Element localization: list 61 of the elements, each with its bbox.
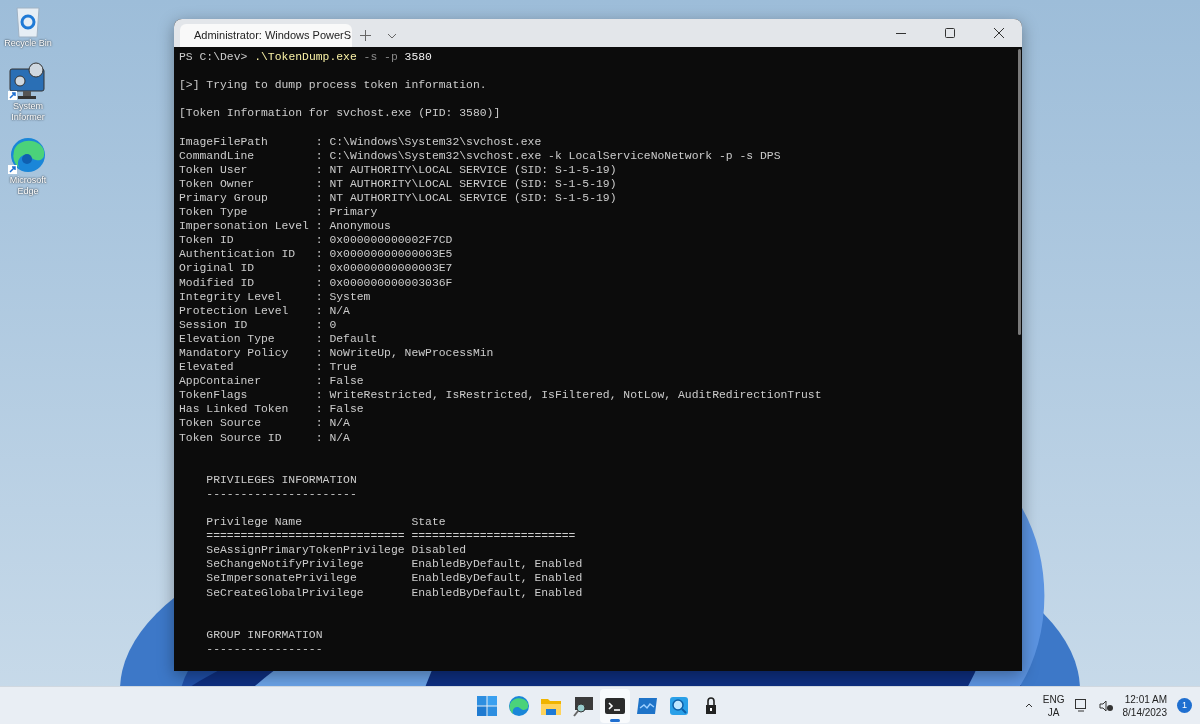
taskbar-app[interactable] <box>600 689 630 723</box>
new-tab-icon[interactable] <box>360 30 371 41</box>
terminal-line: PRIVILEGES INFORMATION <box>205 472 357 487</box>
terminal-line: Token Source ID : N/A <box>179 430 350 445</box>
terminal-line: SeImpersonatePrivilege EnabledByDefault, Enabled <box>205 571 583 586</box>
terminal-line: Modified ID : 0x000000000003036F <box>179 275 453 290</box>
terminal-line: AppContainer : False <box>179 374 364 389</box>
terminal-line: Elevation Type : Default <box>179 331 378 346</box>
chart-window-icon <box>636 695 658 717</box>
terminal-line: CommandLine : C:\Windows\System32\svchost.exe -k LocalServiceNoNetwork -p -s DPS <box>179 148 781 163</box>
speaker-muted-icon[interactable] <box>1098 699 1113 712</box>
monitor-gears-icon <box>8 61 48 101</box>
terminal-line: Impersonation Level : Anonymous <box>179 219 391 234</box>
terminal-line: Token User : NT AUTHORITY\LOCAL SERVICE (SID: S-1-5-19) <box>179 162 617 177</box>
terminal-line: Token ID : 0x000000000002F7CD <box>179 233 453 248</box>
maximize-icon[interactable] <box>945 28 955 38</box>
terminal-line: Protection Level : N/A <box>179 303 350 318</box>
terminal-line: SeChangeNotifyPrivilege EnabledByDefault, Enabled <box>205 557 583 572</box>
scrollbar[interactable] <box>1018 49 1021 335</box>
active-indicator <box>610 719 620 722</box>
tab-title: Administrator: Windows PowerS <box>194 28 352 44</box>
terminal-line: [>] Trying to dump process token information. <box>179 78 487 93</box>
terminal-line: SeCreateGlobalPrivilege EnabledByDefault, Enabled <box>205 585 583 600</box>
terminal-line: Mandatory Policy : NoWriteUp, NewProcessMin <box>179 345 494 361</box>
edge-icon <box>508 695 530 717</box>
dropdown-icon[interactable] <box>387 32 397 39</box>
terminal-line: GROUP INFORMATION <box>205 627 323 642</box>
clock-time[interactable]: 12:01 AM <box>1124 692 1167 706</box>
command-line: PS C:\Dev> .\TokenDump.exe -s -p 3580 <box>179 50 432 65</box>
terminal-line: ============================= ======================== <box>205 529 576 544</box>
terminal-line: Original ID : 0x00000000000003E7 <box>179 261 453 276</box>
terminal-line: Token Owner : NT AUTHORITY\LOCAL SERVICE (SID: S-1-5-19) <box>179 176 617 191</box>
terminal-line: TokenFlags : WriteRestricted, IsRestricted, IsFiltered, NotLow, AuditRedirectionTrust <box>179 388 822 403</box>
terminal-line: Authentication ID : 0x00000000000003E5 <box>179 247 453 262</box>
language-indicator[interactable]: ENG <box>1042 692 1065 706</box>
terminal-tab[interactable]: Administrator: Windows PowerS <box>180 24 352 47</box>
minimize-icon[interactable] <box>896 32 906 34</box>
terminal-line: SeAssignPrimaryTokenPrivilege Disabled <box>205 543 467 558</box>
magnifier-icon <box>668 695 690 717</box>
terminal-line: [Token Information for svchost.exe (PID: 3580)] <box>179 106 501 121</box>
monitor-magnifier-icon <box>572 695 594 717</box>
terminal-line: Privilege Name State <box>205 515 446 530</box>
notification-badge[interactable]: 1 <box>1177 698 1192 713</box>
terminal-line: Has Linked Token : False <box>179 402 364 417</box>
clock-date[interactable]: 8/14/2023 <box>1122 705 1167 719</box>
terminal-line: Token Source : N/A <box>179 416 350 431</box>
close-icon[interactable] <box>994 28 1004 38</box>
terminal-icon <box>604 695 626 717</box>
terminal-line: ----------------- <box>205 641 323 657</box>
terminal-line: Integrity Level : System <box>179 289 371 304</box>
input-mode[interactable]: JA <box>1047 705 1060 719</box>
terminal-line: Session ID : 0 <box>179 317 337 332</box>
chevron-up-icon[interactable] <box>1024 703 1033 708</box>
edge-icon <box>8 135 48 175</box>
terminal-line: ---------------------- <box>205 486 357 501</box>
terminal-line: Elevated : True <box>179 360 357 375</box>
terminal-line: Token Type : Primary <box>179 205 378 220</box>
terminal-line: Primary Group : NT AUTHORITY\LOCAL SERVICE (SID: S-1-5-19) <box>179 190 617 206</box>
terminal-line: ImageFilePath : C:\Windows\System32\svchost.exe <box>179 134 542 149</box>
windows-logo-icon <box>476 695 498 717</box>
recycle-bin-icon <box>13 4 43 38</box>
